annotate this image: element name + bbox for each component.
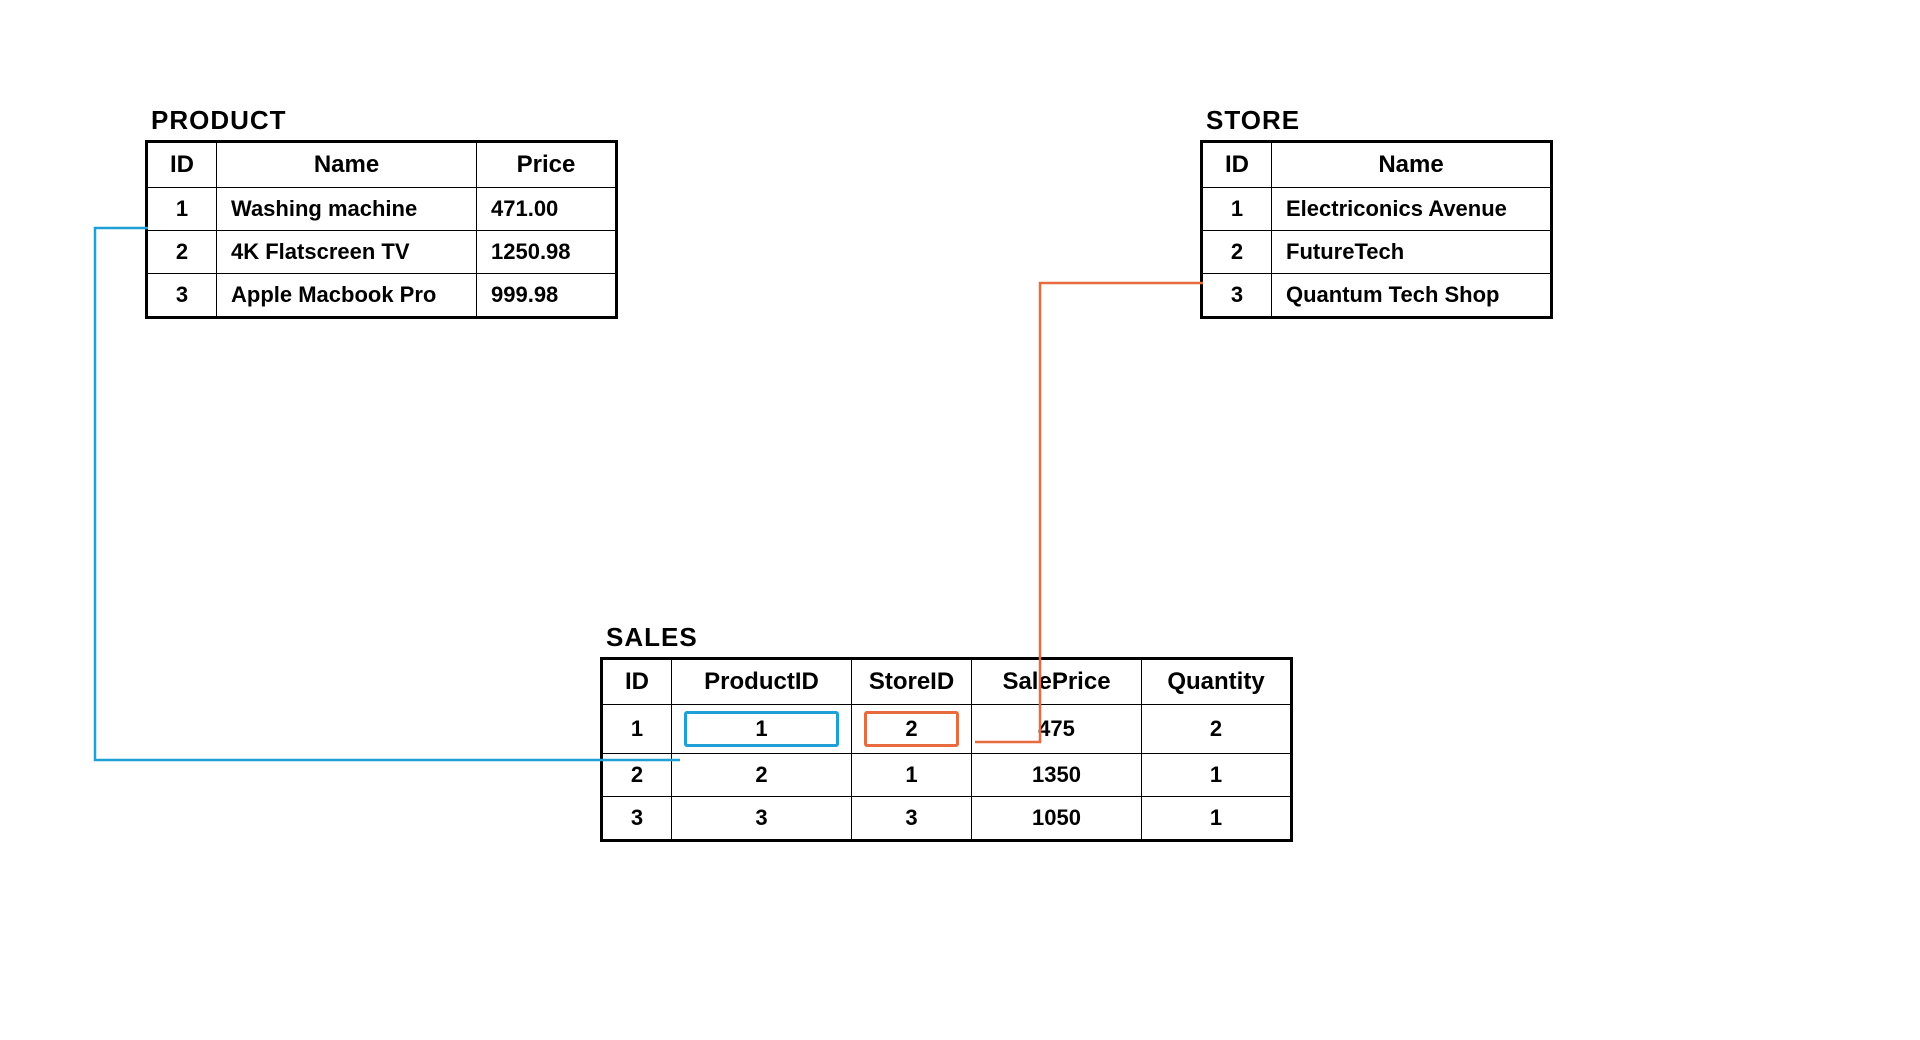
product-cell-id: 3 — [147, 274, 217, 318]
sales-row: 1 1 2 475 2 — [602, 705, 1292, 754]
sales-cell-productid: 3 — [672, 797, 852, 841]
sales-table: ID ProductID StoreID SalePrice Quantity … — [600, 657, 1293, 842]
product-cell-price: 999.98 — [477, 274, 617, 318]
sales-row: 2 2 1 1350 1 — [602, 754, 1292, 797]
product-table: ID Name Price 1 Washing machine 471.00 2… — [145, 140, 618, 319]
sales-cell-storeid: 3 — [852, 797, 972, 841]
store-cell-id: 3 — [1202, 274, 1272, 318]
diagram-container: PRODUCT ID Name Price 1 Washing machine … — [0, 0, 1920, 1040]
store-header-name: Name — [1272, 142, 1552, 188]
sales-cell-quantity: 1 — [1142, 797, 1292, 841]
product-header-row: ID Name Price — [147, 142, 617, 188]
sales-cell-productid: 2 — [672, 754, 852, 797]
product-row: 1 Washing machine 471.00 — [147, 188, 617, 231]
sales-header-saleprice: SalePrice — [972, 659, 1142, 705]
sales-cell-saleprice: 475 — [972, 705, 1142, 754]
store-row: 2 FutureTech — [1202, 231, 1552, 274]
sales-cell-id: 2 — [602, 754, 672, 797]
sales-header-quantity: Quantity — [1142, 659, 1292, 705]
store-row: 1 Electriconics Avenue — [1202, 188, 1552, 231]
store-cell-id: 2 — [1202, 231, 1272, 274]
store-header-row: ID Name — [1202, 142, 1552, 188]
sales-header-productid: ProductID — [672, 659, 852, 705]
product-table-block: PRODUCT ID Name Price 1 Washing machine … — [145, 105, 618, 319]
product-cell-name: Apple Macbook Pro — [217, 274, 477, 318]
store-cell-name: Quantum Tech Shop — [1272, 274, 1552, 318]
store-cell-name: FutureTech — [1272, 231, 1552, 274]
sales-cell-storeid-highlighted: 2 — [852, 705, 972, 754]
sales-title: SALES — [600, 622, 1293, 653]
sales-header-storeid: StoreID — [852, 659, 972, 705]
sales-cell-quantity: 2 — [1142, 705, 1292, 754]
sales-cell-quantity: 1 — [1142, 754, 1292, 797]
sales-cell-saleprice: 1050 — [972, 797, 1142, 841]
product-header-id: ID — [147, 142, 217, 188]
product-row: 3 Apple Macbook Pro 999.98 — [147, 274, 617, 318]
store-title: STORE — [1200, 105, 1553, 136]
sales-table-block: SALES ID ProductID StoreID SalePrice Qua… — [600, 622, 1293, 842]
store-header-id: ID — [1202, 142, 1272, 188]
store-row: 3 Quantum Tech Shop — [1202, 274, 1552, 318]
product-cell-id: 2 — [147, 231, 217, 274]
store-table-block: STORE ID Name 1 Electriconics Avenue 2 F… — [1200, 105, 1553, 319]
product-cell-id: 1 — [147, 188, 217, 231]
sales-cell-id: 1 — [602, 705, 672, 754]
sales-cell-id: 3 — [602, 797, 672, 841]
product-cell-price: 1250.98 — [477, 231, 617, 274]
product-header-name: Name — [217, 142, 477, 188]
sales-row: 3 3 3 1050 1 — [602, 797, 1292, 841]
product-row: 2 4K Flatscreen TV 1250.98 — [147, 231, 617, 274]
sales-cell-productid-highlighted: 1 — [672, 705, 852, 754]
sales-cell-saleprice: 1350 — [972, 754, 1142, 797]
sales-header-id: ID — [602, 659, 672, 705]
sales-cell-storeid: 1 — [852, 754, 972, 797]
store-cell-name: Electriconics Avenue — [1272, 188, 1552, 231]
product-header-price: Price — [477, 142, 617, 188]
product-title: PRODUCT — [145, 105, 618, 136]
sales-header-row: ID ProductID StoreID SalePrice Quantity — [602, 659, 1292, 705]
store-cell-id: 1 — [1202, 188, 1272, 231]
product-cell-name: Washing machine — [217, 188, 477, 231]
product-cell-price: 471.00 — [477, 188, 617, 231]
store-table: ID Name 1 Electriconics Avenue 2 FutureT… — [1200, 140, 1553, 319]
product-cell-name: 4K Flatscreen TV — [217, 231, 477, 274]
